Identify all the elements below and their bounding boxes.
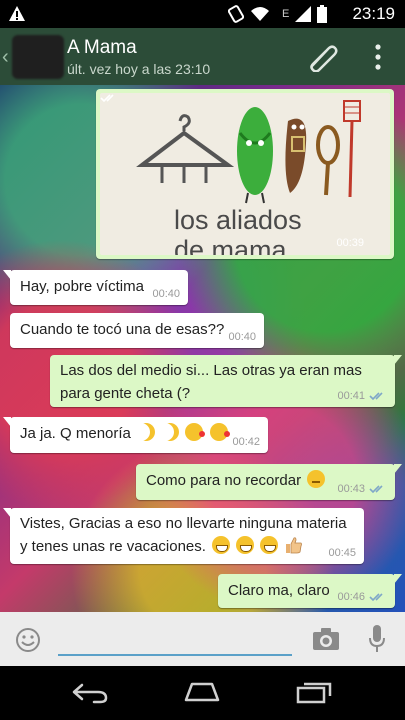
image-caption-line1: los aliados xyxy=(174,205,302,235)
bubble-tail xyxy=(3,270,11,280)
bubble-tail xyxy=(394,355,402,365)
rotation-lock-icon xyxy=(228,5,244,23)
moon-icon xyxy=(161,423,179,441)
status-icons: E xyxy=(228,4,328,24)
message-body-line2: y tenes unas re vacaciones. xyxy=(20,535,354,559)
last-seen: últ. vez hoy a las 23:10 xyxy=(67,61,211,77)
message-time: 00:40 xyxy=(152,287,180,300)
chat-header: ‹ A Mama últ. vez hoy a las 23:10 xyxy=(0,28,405,85)
read-check-icon xyxy=(100,94,114,103)
bubble-tail xyxy=(394,464,402,474)
incoming-message[interactable]: Cuando te tocó una de esas?? 00:40 xyxy=(10,313,264,348)
outgoing-message[interactable]: Como para no recordar 00:43 xyxy=(136,464,402,500)
grin-emoji-icon xyxy=(212,535,231,554)
moon-icon xyxy=(137,423,155,441)
signal-icon xyxy=(295,6,312,22)
message-text-line2: para gente cheta (? xyxy=(60,384,191,402)
message-meta: 00:46 xyxy=(337,589,387,606)
bubble-tail xyxy=(3,508,11,518)
grin-emoji-icon xyxy=(260,535,279,554)
warning-icon xyxy=(9,6,25,21)
attach-icon[interactable] xyxy=(304,42,338,72)
message-time: 00:41 xyxy=(337,389,365,402)
incoming-message[interactable]: Hay, pobre víctima 00:40 xyxy=(3,270,188,305)
nav-recent-apps-icon[interactable] xyxy=(294,682,334,704)
message-meta: 00:42 xyxy=(232,434,260,451)
thumbs-up-icon xyxy=(285,536,302,553)
battery-icon xyxy=(317,5,328,23)
read-check-icon xyxy=(369,392,383,400)
back-chevron-icon[interactable]: ‹ xyxy=(2,46,9,69)
grin-emoji-icon xyxy=(236,535,255,554)
message-text-line2: y tenes unas re vacaciones. xyxy=(20,537,206,555)
contact-name[interactable]: A Mama xyxy=(67,37,137,59)
image-message[interactable]: los aliados de mama 00:39 xyxy=(96,89,394,259)
incoming-message[interactable]: Ja ja. Q menoría 00:42 xyxy=(3,417,268,453)
message-text-line1: Las dos del medio si... Las otras ya era… xyxy=(60,362,362,379)
kiss-emoji-icon xyxy=(185,423,206,441)
incoming-message[interactable]: Vistes, Gracias a eso no llevarte ningun… xyxy=(3,508,364,564)
message-time: 00:45 xyxy=(328,546,356,559)
more-options-icon[interactable] xyxy=(370,42,386,72)
outgoing-message[interactable]: Las dos del medio si... Las otras ya era… xyxy=(50,355,402,407)
nav-home-icon[interactable] xyxy=(182,680,222,704)
camera-icon[interactable] xyxy=(312,627,340,651)
message-text: Como para no recordar xyxy=(146,472,302,489)
message-meta: 00:40 xyxy=(152,286,180,303)
chat-area[interactable]: los aliados de mama 00:39 Hay, pobre víc… xyxy=(0,85,405,612)
read-check-icon xyxy=(369,593,383,601)
message-meta: 00:41 xyxy=(337,388,387,405)
microphone-icon[interactable] xyxy=(368,624,386,654)
message-time: 00:42 xyxy=(232,435,260,448)
message-meta: 00:40 xyxy=(228,329,256,346)
message-time: 00:46 xyxy=(337,590,365,603)
message-time: 00:39 xyxy=(336,237,364,249)
image-caption-line2: de mama xyxy=(174,235,287,255)
avatar[interactable] xyxy=(12,35,64,79)
bubble-tail xyxy=(394,574,402,584)
network-type: E xyxy=(282,8,290,20)
message-text: Cuando te tocó una de esas?? xyxy=(20,321,225,338)
clock: 23:19 xyxy=(352,4,395,23)
kiss-emoji-icon xyxy=(209,423,230,441)
outgoing-message[interactable]: Claro ma, claro 00:46 xyxy=(218,574,402,608)
message-time: 00:40 xyxy=(228,330,256,343)
status-bar: E 23:19 xyxy=(0,0,405,28)
message-input-bar xyxy=(0,612,405,666)
message-meta: 00:43 xyxy=(337,481,387,498)
nav-back-icon[interactable] xyxy=(70,682,110,704)
system-nav-bar xyxy=(0,666,405,720)
message-body: Ja ja. Q menoría xyxy=(20,423,258,446)
shared-image[interactable]: los aliados de mama 00:39 xyxy=(100,93,390,255)
message-text-line1: Vistes, Gracias a eso no llevarte ningun… xyxy=(20,515,347,532)
unamused-emoji-icon xyxy=(307,470,326,488)
wifi-icon xyxy=(251,7,269,21)
bubble-tail xyxy=(3,417,11,427)
message-meta: 00:45 xyxy=(328,545,356,562)
message-input[interactable] xyxy=(58,622,292,656)
message-time: 00:43 xyxy=(337,482,365,495)
message-text: Ja ja. Q menoría xyxy=(20,425,131,442)
emoji-picker-icon[interactable] xyxy=(14,626,42,654)
read-check-icon xyxy=(369,485,383,493)
